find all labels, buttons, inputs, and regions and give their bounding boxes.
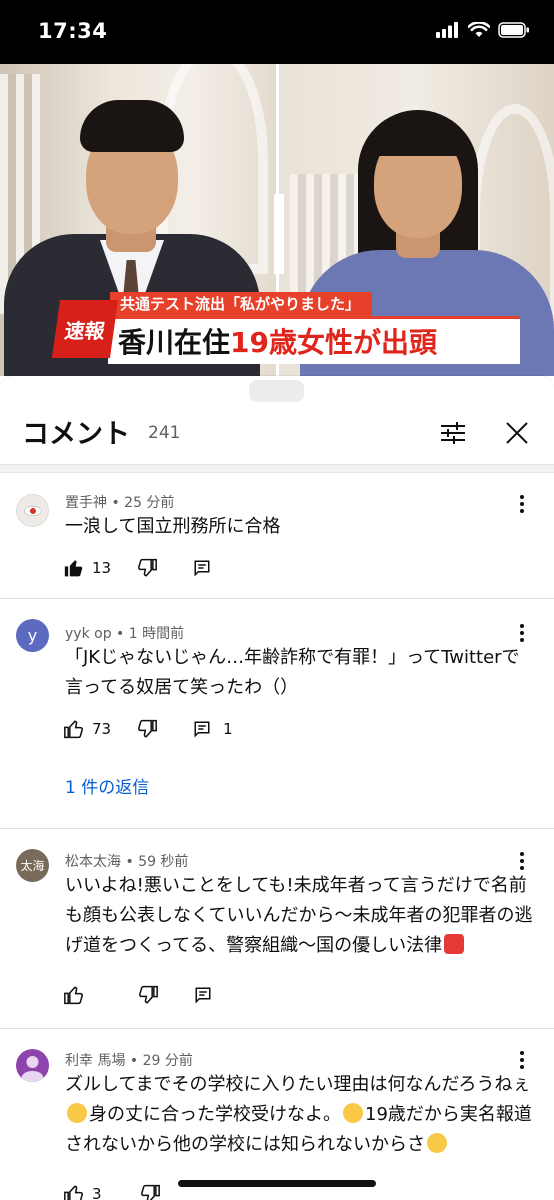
- dislike-button[interactable]: [138, 985, 158, 1005]
- comment-time: 59 秒前: [138, 854, 189, 870]
- comment-menu-button[interactable]: [512, 1048, 532, 1072]
- reply-button[interactable]: [194, 986, 212, 1004]
- comment-meta: yyk op • 1 時間前: [65, 626, 185, 642]
- status-time: 17:34: [38, 19, 108, 43]
- comment-item: 利幸 馬場 • 29 分前 ズルしてまでその学校に入りたい理由は何なんだろうねぇ…: [0, 1029, 554, 1200]
- wifi-icon: [468, 22, 490, 37]
- avatar[interactable]: [16, 494, 49, 527]
- comment-item: 太海 松本太海 • 59 秒前 いいよね!悪いことをしても!未成年者って言うだけ…: [0, 829, 554, 1029]
- comment-text: 一浪して国立刑務所に合格: [65, 516, 281, 537]
- like-button[interactable]: 73: [64, 719, 111, 739]
- avatar[interactable]: 太海: [16, 849, 49, 882]
- home-indicator: [178, 1180, 376, 1187]
- like-button[interactable]: [64, 985, 84, 1005]
- reply-comment-icon: [194, 560, 210, 577]
- reply-count: 1: [223, 720, 233, 738]
- thumb-up-filled-icon: [64, 560, 83, 577]
- comment-item: y yyk op • 1 時間前 「JKじゃないじゃん…年齢詐称で有罪！」ってT…: [0, 599, 554, 829]
- avatar[interactable]: y: [16, 619, 49, 652]
- comment-item: 置手神 • 25 分前 一浪して国立刑務所に合格 13: [0, 474, 554, 599]
- battery-icon: [498, 22, 529, 38]
- reply-comment-icon: [195, 987, 211, 1004]
- video-player[interactable]: 共通テスト流出「私がやりました」 香川在住19歳女性が出頭 速報: [0, 64, 554, 376]
- comment-author[interactable]: 置手神: [65, 495, 107, 511]
- banner-headline: 香川在住19歳女性が出頭: [108, 316, 520, 364]
- comment-author[interactable]: yyk op: [65, 626, 112, 642]
- anger-emoji: [444, 934, 465, 954]
- breaking-news-tag: 速報: [51, 300, 119, 358]
- comment-meta: 利幸 馬場 • 29 分前: [65, 1053, 193, 1069]
- comments-title: コメント: [22, 419, 130, 450]
- like-count: 13: [92, 559, 112, 577]
- expressionless-emoji: [343, 1103, 363, 1123]
- banner-subtitle: 共通テスト流出「私がやりました」: [110, 292, 373, 316]
- comment-text: いいよね!悪いことをしても!未成年者って言うだけで名前も顔も公表しなくていいんだ…: [65, 875, 533, 956]
- drag-handle[interactable]: [249, 380, 304, 402]
- thumb-down-icon: [139, 985, 158, 1004]
- like-button[interactable]: 13: [64, 558, 111, 578]
- banner-headline-dark: 香川在住: [118, 326, 231, 359]
- reply-button[interactable]: [193, 559, 211, 577]
- reply-comment-icon: [194, 721, 210, 738]
- avatar[interactable]: [16, 1049, 49, 1082]
- dislike-button[interactable]: [140, 1184, 160, 1200]
- comment-time: 29 分前: [142, 1053, 193, 1069]
- dislike-button[interactable]: [137, 719, 158, 739]
- filter-strip: [0, 465, 554, 473]
- thumb-up-icon: [64, 720, 83, 739]
- close-button[interactable]: [500, 416, 534, 450]
- thumb-down-icon: [138, 719, 158, 738]
- thumb-down-icon: [138, 558, 158, 577]
- comment-actions: [64, 983, 212, 1007]
- comment-actions: 3: [64, 1182, 160, 1200]
- comments-sheet: コメント 241 置手神 • 25 分前 一浪して国立刑務所に合格 13 y y…: [0, 376, 554, 1200]
- comment-actions: 13: [64, 556, 211, 580]
- status-icons: [436, 22, 530, 38]
- status-bar: 17:34: [0, 0, 554, 64]
- comment-author[interactable]: 利幸 馬場: [65, 1053, 125, 1069]
- comment-text: ズルしてまでその学校に入りたい理由は何なんだろうねぇ身の丈に合った学校受けなよ。…: [65, 1074, 532, 1155]
- view-replies-link[interactable]: 1 件の返信: [65, 773, 149, 798]
- side-caption-strip: [274, 194, 284, 274]
- comment-time: 1 時間前: [128, 626, 185, 642]
- like-count: 73: [92, 720, 112, 738]
- comment-menu-button[interactable]: [512, 849, 532, 873]
- comment-meta: 置手神 • 25 分前: [65, 495, 175, 511]
- like-count: 3: [92, 1185, 102, 1200]
- thumb-up-icon: [64, 986, 83, 1005]
- banner-headline-red: 19歳女性が出頭: [230, 326, 437, 359]
- thumb-up-icon: [64, 1185, 83, 1200]
- cellular-signal-icon: [436, 22, 458, 38]
- grinning-sweat-emoji: [67, 1103, 87, 1123]
- default-avatar-icon: [21, 1056, 44, 1082]
- sort-filter-button[interactable]: [436, 416, 470, 450]
- dislike-button[interactable]: [137, 558, 158, 578]
- comment-time: 25 分前: [124, 495, 175, 511]
- comment-author[interactable]: 松本太海: [65, 854, 121, 870]
- close-icon: [506, 422, 528, 444]
- like-button[interactable]: 3: [64, 1184, 102, 1200]
- avatar-image-icon: [17, 495, 48, 526]
- comments-count: 241: [148, 423, 181, 443]
- comment-menu-button[interactable]: [512, 621, 532, 645]
- comment-actions: 73 1: [64, 717, 233, 741]
- thumb-down-icon: [140, 1184, 160, 1200]
- reply-button[interactable]: 1: [193, 720, 233, 738]
- sliders-icon: [441, 422, 465, 444]
- thinking-emoji: [427, 1133, 447, 1153]
- comment-meta: 松本太海 • 59 秒前: [65, 854, 189, 870]
- comment-text: 「JKじゃないじゃん…年齢詐称で有罪！」ってTwitterで言ってる奴居て笑った…: [65, 647, 520, 698]
